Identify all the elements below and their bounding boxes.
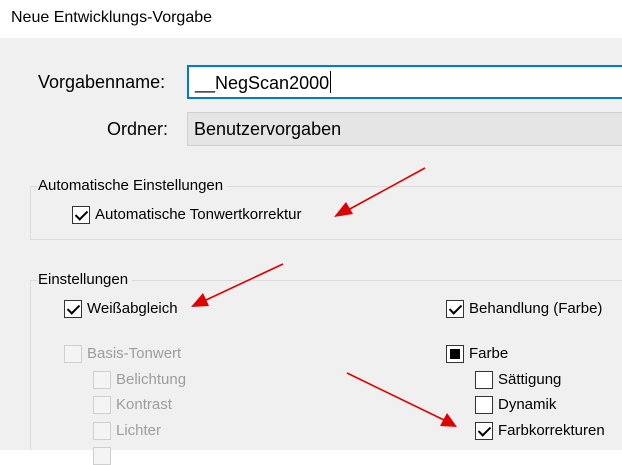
contrast-checkbox[interactable] [93, 396, 111, 414]
folder-value: Benutzervorgaben [194, 119, 342, 139]
dialog-body: Vorgabenname: __NegScan2000 Ordner: Benu… [0, 38, 622, 465]
saturation-label: Sättigung [498, 371, 562, 388]
vibrance-label: Dynamik [498, 396, 557, 413]
color-corrections-label: Farbkorrekturen [498, 422, 605, 439]
highlights-checkbox[interactable] [93, 422, 111, 440]
white-balance-label: Weißabgleich [87, 300, 178, 317]
folder-label: Ordner: [107, 119, 169, 139]
auto-tone-checkbox[interactable] [72, 206, 90, 224]
vibrance-checkbox[interactable] [475, 396, 493, 414]
saturation-checkbox[interactable] [475, 371, 493, 389]
text-caret [330, 71, 332, 93]
preset-name-value: __NegScan2000 [195, 73, 330, 93]
title-bar: Neue Entwicklungs-Vorgabe [0, 0, 622, 38]
color-label: Farbe [469, 345, 509, 362]
preset-name-label: Vorgabenname: [38, 72, 166, 92]
window-title: Neue Entwicklungs-Vorgabe [11, 9, 213, 26]
treatment-checkbox[interactable] [446, 300, 464, 318]
settings-group-border-left [30, 280, 31, 450]
color-corrections-checkbox[interactable] [475, 422, 493, 440]
auto-settings-title: Automatische Einstellungen [38, 177, 228, 194]
white-balance-checkbox[interactable] [64, 300, 82, 318]
basic-tone-label: Basis-Tonwert [87, 345, 182, 362]
exposure-label: Belichtung [116, 371, 187, 388]
contrast-label: Kontrast [116, 396, 172, 413]
treatment-label: Behandlung (Farbe) [469, 300, 603, 317]
folder-select[interactable]: Benutzervorgaben [187, 112, 622, 146]
preset-name-input[interactable]: __NegScan2000 [187, 65, 622, 99]
auto-tone-label: Automatische Tonwertkorrektur [95, 206, 302, 223]
color-checkbox[interactable] [446, 345, 464, 363]
highlights-label: Lichter [116, 422, 162, 439]
settings-title: Einstellungen [38, 271, 133, 288]
exposure-checkbox[interactable] [93, 371, 111, 389]
basic-tone-checkbox[interactable] [64, 345, 82, 363]
